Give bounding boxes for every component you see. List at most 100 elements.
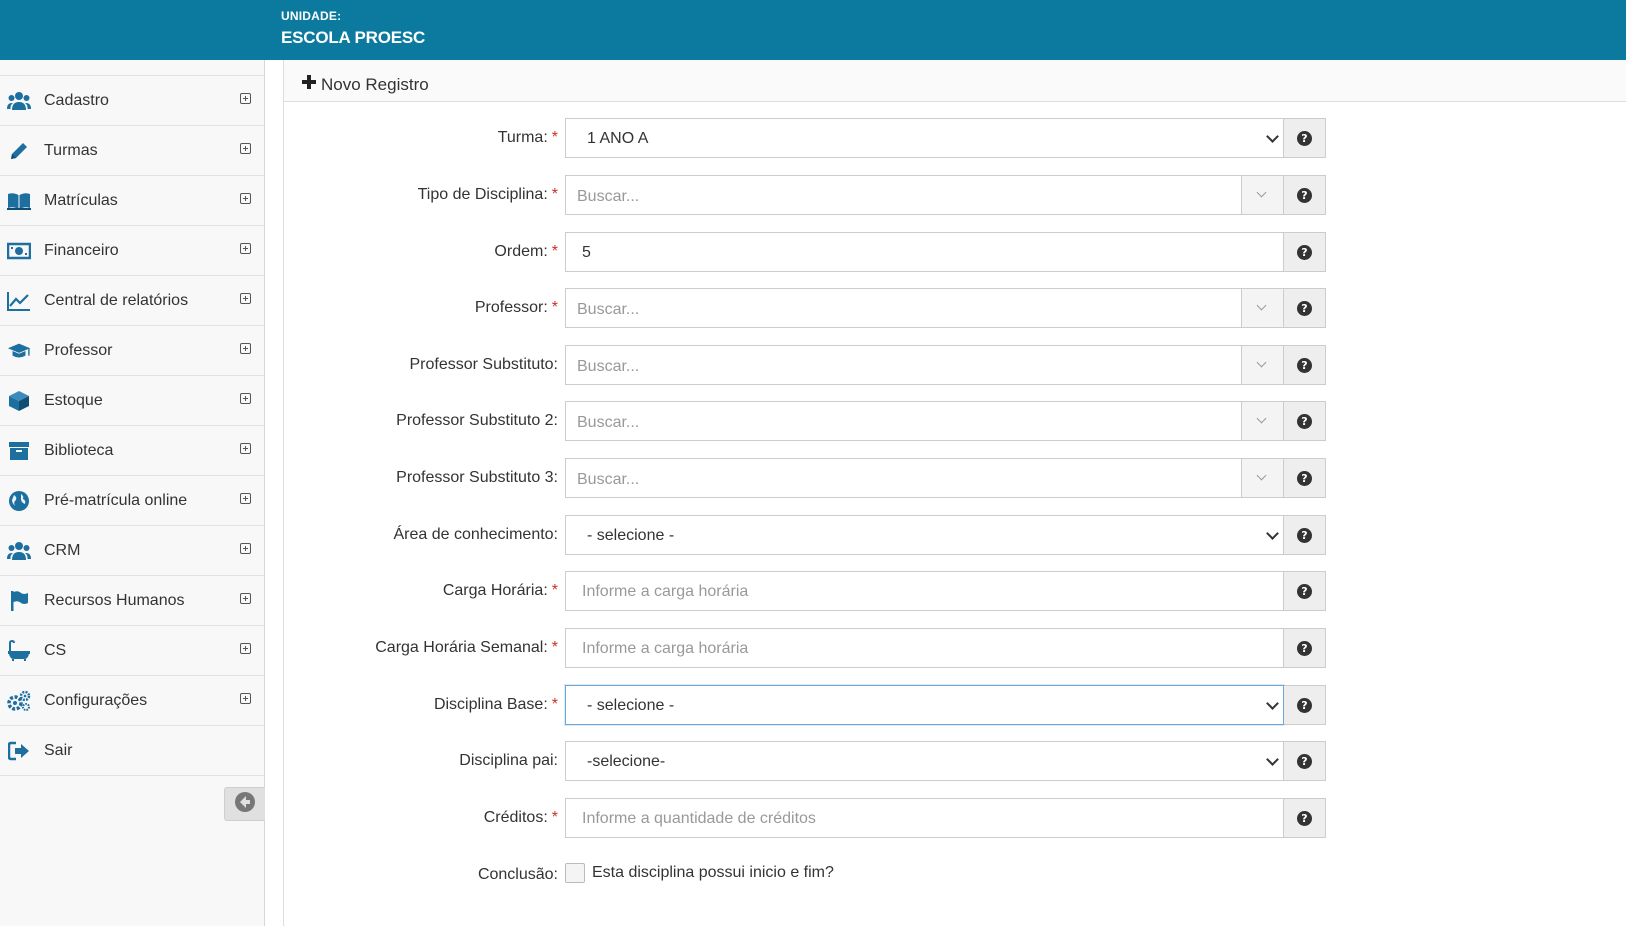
expand-icon[interactable] [240, 143, 251, 154]
unit-label: UNIDADE: [281, 9, 342, 23]
book-open-icon [7, 190, 31, 212]
sidebar-item-label: Turmas [44, 142, 98, 159]
sidebar-item-label: Biblioteca [44, 442, 114, 459]
question-circle-icon: ? [1297, 640, 1312, 656]
sidebar-item-professor[interactable]: Professor [0, 326, 264, 376]
sidebar-item-configuracoes[interactable]: Configurações [0, 676, 264, 726]
field-label: Créditos: * [483, 809, 558, 826]
creditos-input[interactable]: Informe a quantidade de créditos [565, 798, 1284, 838]
sidebar-item-relatorios[interactable]: Central de relatórios [0, 276, 264, 326]
expand-icon[interactable] [240, 393, 251, 404]
professor-search[interactable]: Buscar... [565, 288, 1284, 328]
sidebar-item-label: Cadastro [44, 92, 109, 109]
sidebar-item-cadastro[interactable]: Cadastro [0, 76, 264, 126]
help-button[interactable]: ? [1284, 741, 1326, 781]
help-button[interactable]: ? [1284, 515, 1326, 555]
professor-substituto-3-search[interactable]: Buscar... [565, 458, 1284, 498]
expand-icon[interactable] [240, 443, 251, 454]
question-circle-icon: ? [1297, 187, 1312, 203]
sidebar-item-turmas[interactable]: Turmas [0, 126, 264, 176]
help-button[interactable]: ? [1284, 232, 1326, 272]
sidebar-item-label: Professor [44, 342, 113, 359]
expand-icon[interactable] [240, 543, 251, 554]
form-row-conclusao: Conclusão: Esta disciplina possui inicio… [284, 855, 1626, 895]
question-circle-icon: ? [1297, 130, 1312, 146]
help-button[interactable]: ? [1284, 685, 1326, 725]
expand-icon[interactable] [240, 93, 251, 104]
expand-icon[interactable] [240, 293, 251, 304]
expand-icon[interactable] [240, 643, 251, 654]
disciplina-base-select[interactable]: - selecione - [565, 685, 1284, 725]
help-button[interactable]: ? [1284, 628, 1326, 668]
chevron-down-icon [1267, 756, 1277, 766]
sidebar: Cadastro Turmas Matrículas Financeiro Ce… [0, 60, 265, 926]
sidebar-item-financeiro[interactable]: Financeiro [0, 226, 264, 276]
expand-icon[interactable] [240, 593, 251, 604]
field-label: Professor Substituto 2: [396, 412, 558, 429]
professor-substituto-2-search[interactable]: Buscar... [565, 401, 1284, 441]
unit-name: ESCOLA PROESC [281, 28, 426, 47]
professor-substituto-search[interactable]: Buscar... [565, 345, 1284, 385]
turma-select[interactable]: 1 ANO A [565, 118, 1284, 158]
help-button[interactable]: ? [1284, 118, 1326, 158]
expand-icon[interactable] [240, 493, 251, 504]
arrow-left-circle-icon [234, 791, 256, 818]
field-label: Carga Horária: * [442, 582, 558, 599]
sidebar-item-estoque[interactable]: Estoque [0, 376, 264, 426]
carga-horaria-input[interactable]: Informe a carga horária [565, 571, 1284, 611]
users-icon [7, 540, 31, 562]
form-row-turma: Turma: * 1 ANO A ? [284, 118, 1626, 158]
field-label: Professor: * [474, 299, 558, 316]
form-row-professor: Professor: * Buscar... ? [284, 288, 1626, 328]
ordem-input[interactable]: 5 [565, 232, 1284, 272]
sidebar-item-matriculas[interactable]: Matrículas [0, 176, 264, 226]
question-circle-icon: ? [1297, 244, 1312, 260]
sidebar-item-recursos-humanos[interactable]: Recursos Humanos [0, 576, 264, 626]
help-button[interactable]: ? [1284, 345, 1326, 385]
question-circle-icon: ? [1297, 527, 1312, 543]
sidebar-item-sair[interactable]: Sair [0, 726, 264, 776]
cube-icon [7, 390, 31, 412]
sidebar-item-pre-matricula[interactable]: Pré-matrícula online [0, 476, 264, 526]
disciplina-pai-select[interactable]: -selecione- [565, 741, 1284, 781]
help-button[interactable]: ? [1284, 401, 1326, 441]
conclusao-checkbox-label[interactable]: Esta disciplina possui inicio e fim? [592, 864, 834, 882]
help-button[interactable]: ? [1284, 798, 1326, 838]
question-circle-icon: ? [1297, 300, 1312, 316]
sign-out-icon [7, 740, 31, 762]
help-button[interactable]: ? [1284, 175, 1326, 215]
sidebar-item-label: Configurações [44, 692, 148, 709]
users-icon [7, 90, 31, 112]
area-conhecimento-select[interactable]: - selecione - [565, 515, 1284, 555]
field-label: Professor Substituto 3: [396, 469, 558, 486]
chevron-down-icon[interactable] [1241, 459, 1283, 497]
chevron-down-icon[interactable] [1241, 176, 1283, 214]
chevron-down-icon [1267, 133, 1277, 143]
field-label: Turma: * [497, 129, 558, 146]
carga-horaria-semanal-input[interactable]: Informe a carga horária [565, 628, 1284, 668]
pencil-icon [7, 140, 31, 162]
conclusao-checkbox[interactable] [565, 863, 585, 883]
chevron-down-icon[interactable] [1241, 402, 1283, 440]
field-label: Professor Substituto: [409, 356, 558, 373]
tipo-disciplina-search[interactable]: Buscar... [565, 175, 1284, 215]
sidebar-item-crm[interactable]: CRM [0, 526, 264, 576]
form-row-carga-horaria-semanal: Carga Horária Semanal: * Informe a carga … [284, 628, 1626, 668]
chevron-down-icon[interactable] [1241, 346, 1283, 384]
help-button[interactable]: ? [1284, 571, 1326, 611]
sidebar-top-stub [0, 60, 264, 76]
expand-icon[interactable] [240, 693, 251, 704]
chevron-down-icon[interactable] [1241, 289, 1283, 327]
sidebar-item-label: Central de relatórios [44, 292, 189, 309]
help-button[interactable]: ? [1284, 458, 1326, 498]
sidebar-item-label: Estoque [44, 392, 103, 409]
chevron-down-icon [1267, 700, 1277, 710]
sidebar-collapse-button[interactable] [224, 787, 265, 821]
help-button[interactable]: ? [1284, 288, 1326, 328]
sidebar-item-biblioteca[interactable]: Biblioteca [0, 426, 264, 476]
sidebar-item-cs[interactable]: CS [0, 626, 264, 676]
expand-icon[interactable] [240, 343, 251, 354]
expand-icon[interactable] [240, 243, 251, 254]
expand-icon[interactable] [240, 193, 251, 204]
panel-title: Novo Registro [321, 75, 429, 94]
